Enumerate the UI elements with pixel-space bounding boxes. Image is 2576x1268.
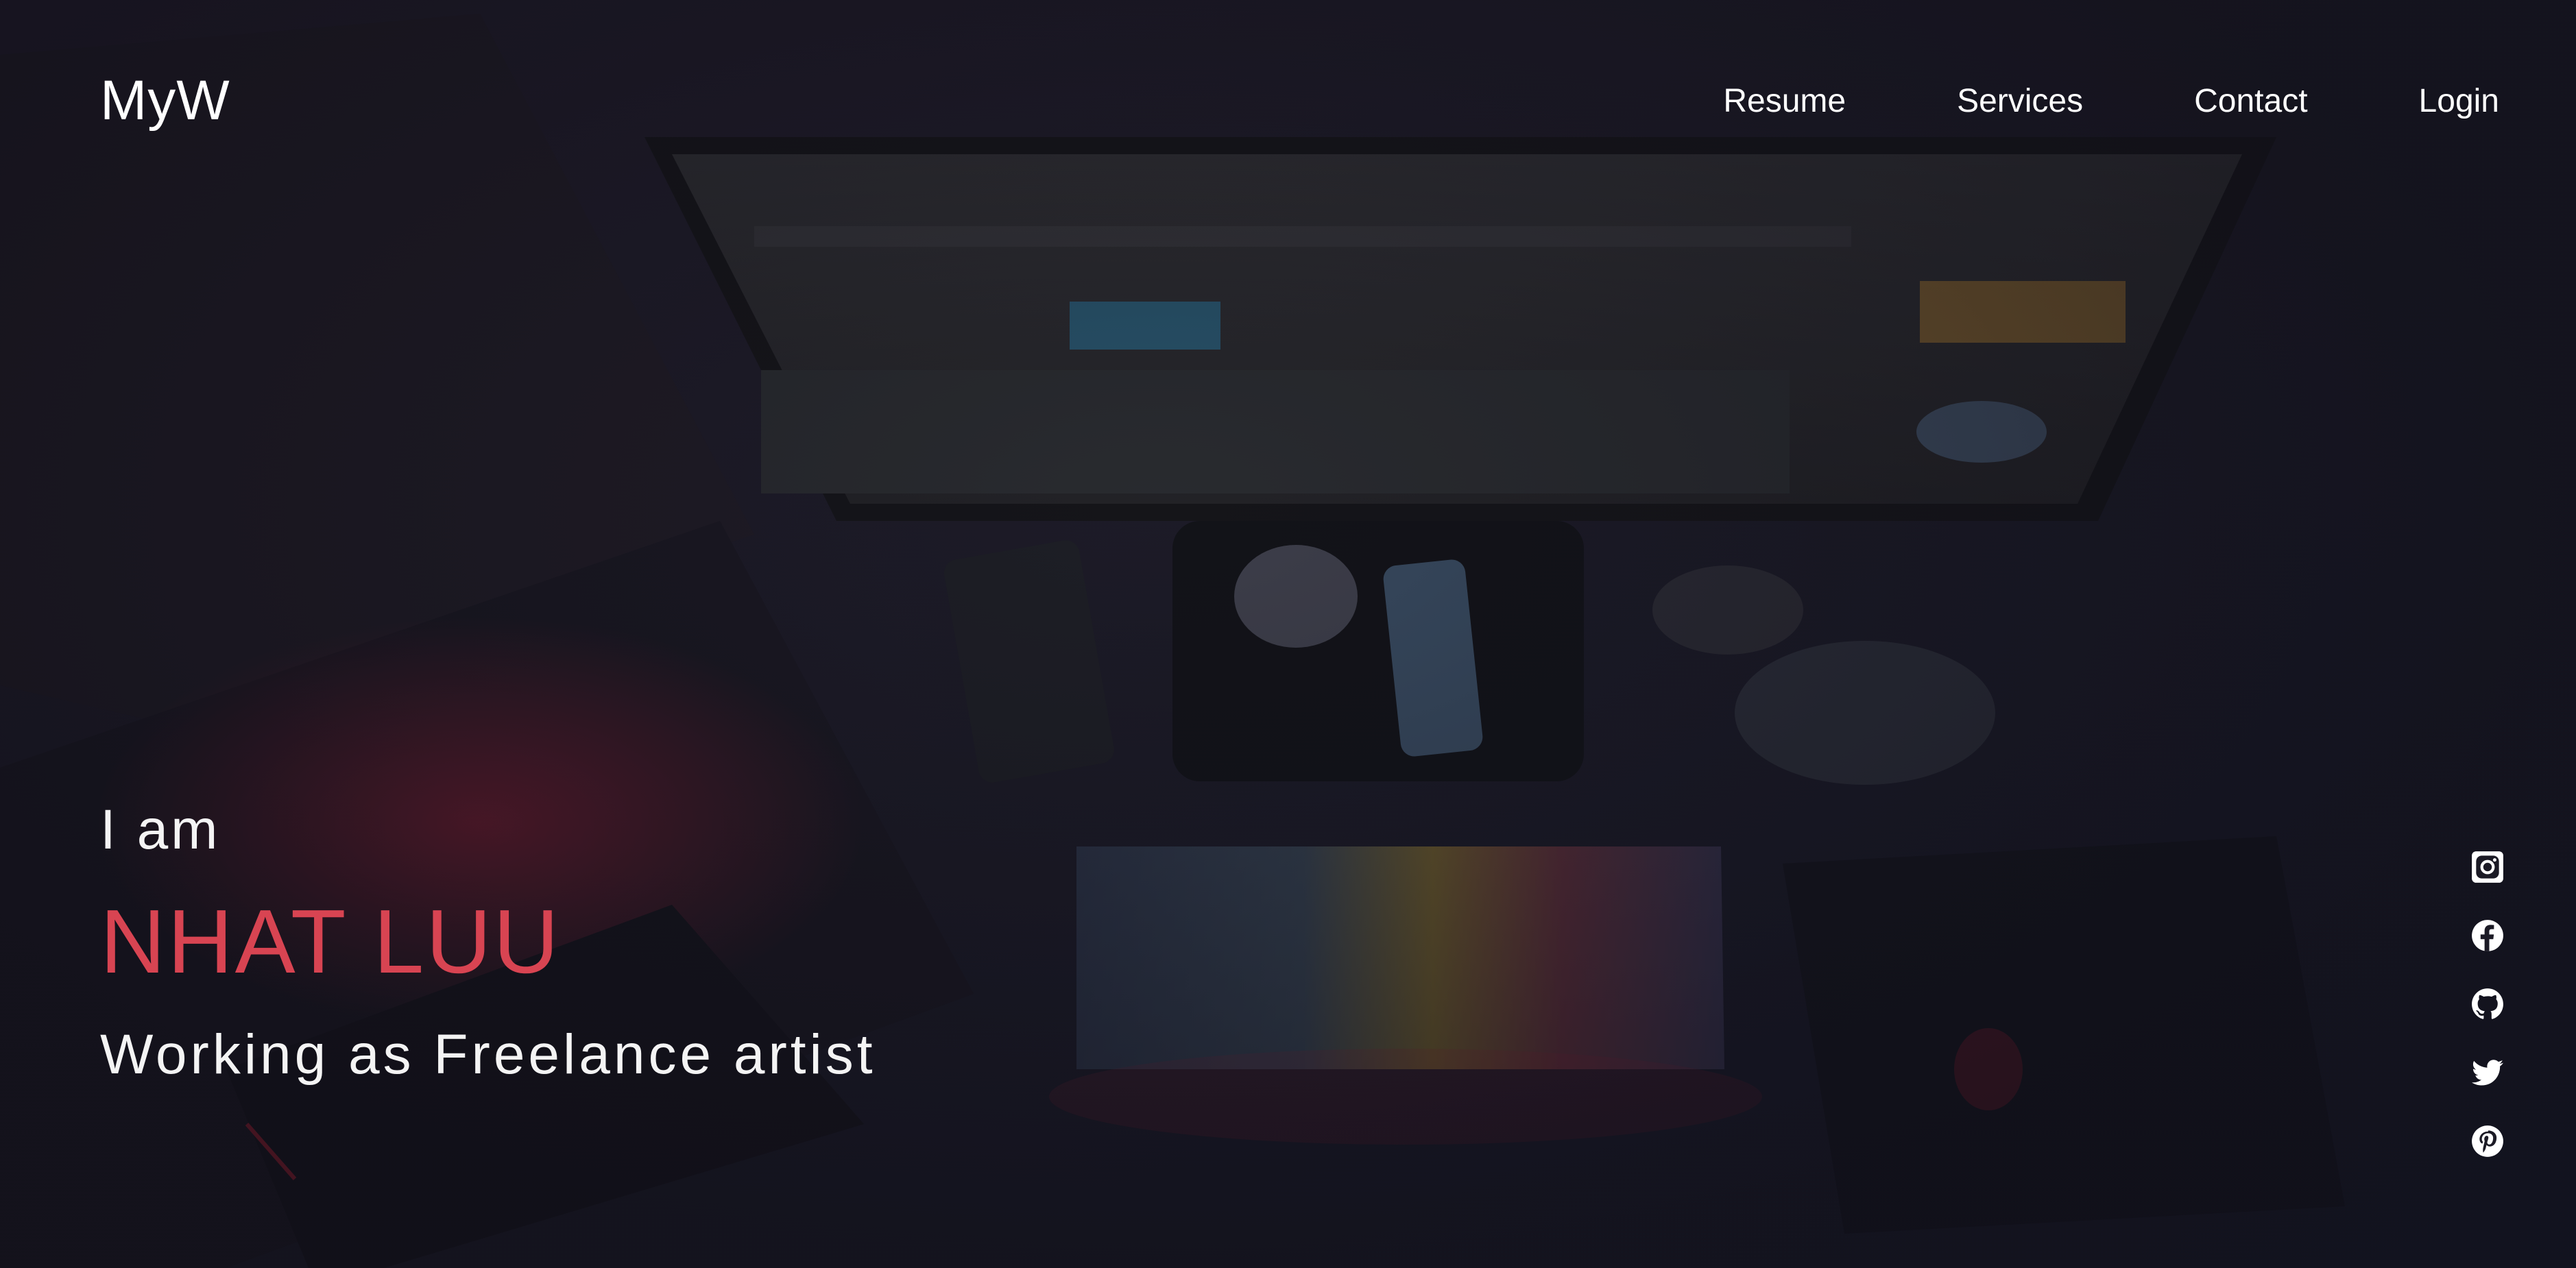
hero-section: I am NHAT LUU Working as Freelance artis…: [100, 802, 876, 1083]
hero-name: NHAT LUU: [100, 891, 561, 992]
hero-role: Working as Freelance artist: [100, 1023, 876, 1086]
hero-intro: I am: [100, 798, 221, 861]
nav-link-services[interactable]: Services: [1957, 82, 2083, 120]
facebook-icon[interactable]: [2470, 918, 2505, 953]
pinterest-icon[interactable]: [2470, 1124, 2505, 1158]
nav-link-login[interactable]: Login: [2419, 82, 2499, 120]
site-logo[interactable]: MyW: [100, 69, 230, 133]
nav-link-contact[interactable]: Contact: [2194, 82, 2307, 120]
social-links: [2470, 850, 2505, 1158]
instagram-icon[interactable]: [2470, 850, 2505, 884]
github-icon[interactable]: [2470, 987, 2505, 1021]
twitter-icon[interactable]: [2470, 1056, 2505, 1090]
nav-link-resume[interactable]: Resume: [1723, 82, 1846, 120]
main-nav: Resume Services Contact Login: [1723, 82, 2499, 120]
